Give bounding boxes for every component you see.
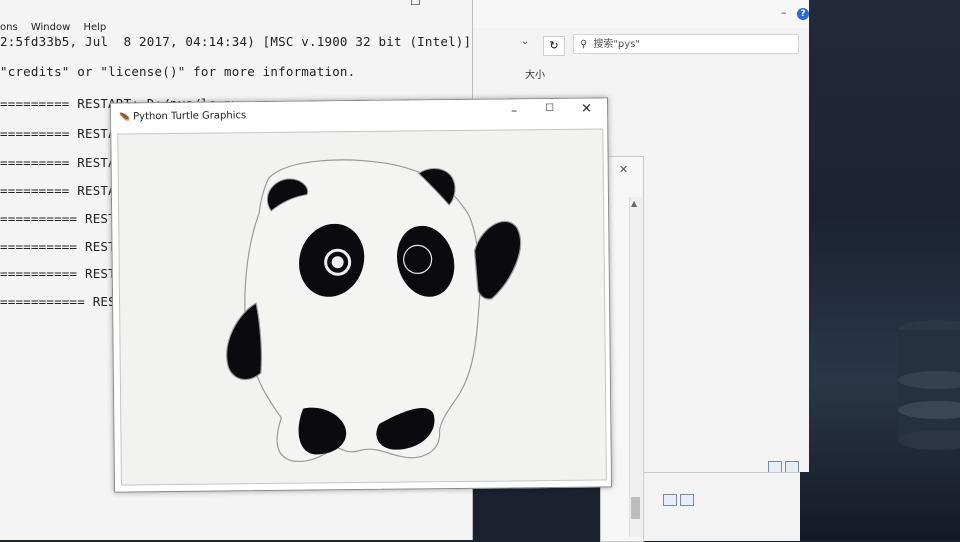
- shell-maximize-button[interactable]: ☐: [410, 0, 421, 8]
- details-view-icon[interactable]: [663, 494, 677, 506]
- search-icon: ⚲: [580, 39, 588, 50]
- menu-options[interactable]: ons: [0, 22, 18, 33]
- shell-output-line: ========= RESTA: [0, 126, 116, 141]
- chevron-up-icon[interactable]: ▲: [631, 199, 637, 208]
- search-input[interactable]: ⚲ 搜索"pys": [573, 34, 799, 54]
- feather-icon: 🪶: [119, 113, 132, 125]
- shell-titlebar: ☐: [0, 0, 472, 20]
- disk-stack-icon: [898, 320, 960, 450]
- view-switcher: [660, 491, 694, 510]
- shell-output-line: ========= RESTA: [0, 155, 116, 170]
- scrollbar-thumb[interactable]: [631, 497, 640, 519]
- close-icon[interactable]: ✕: [619, 163, 628, 176]
- shell-output-line: ========= RESTA: [0, 183, 116, 198]
- minimize-button[interactable]: –: [511, 103, 517, 117]
- shell-output-line: ========== RESTA: [0, 266, 124, 281]
- refresh-icon[interactable]: ↻: [543, 36, 565, 56]
- maximize-button[interactable]: ☐: [545, 103, 554, 114]
- scrollbar[interactable]: ▲: [629, 197, 642, 537]
- panda-left-arm: [226, 302, 263, 381]
- shell-output-line: ========== RESTA: [0, 211, 124, 226]
- turtle-canvas[interactable]: [117, 128, 607, 486]
- shell-output-line: ========== RESTA: [0, 239, 124, 254]
- column-header-size[interactable]: 大小: [525, 66, 545, 81]
- help-icon[interactable]: ?: [797, 8, 809, 20]
- chevron-down-icon[interactable]: ⌄: [521, 36, 529, 47]
- search-placeholder: 搜索"pys": [593, 39, 641, 50]
- large-icons-view-icon[interactable]: [680, 494, 694, 506]
- shell-output-line: "credits" or "license()" for more inform…: [0, 64, 356, 79]
- explorer-minimize-button[interactable]: –: [781, 6, 787, 19]
- explorer-titlebar: [471, 0, 809, 28]
- menu-help[interactable]: Help: [83, 22, 106, 33]
- shell-output-line: 2:5fd33b5, Jul 8 2017, 04:14:34) [MSC v.…: [0, 34, 472, 49]
- panda-right-arm: [473, 220, 522, 300]
- turtle-graphics-window: 🪶 Python Turtle Graphics – ☐ ✕: [109, 97, 613, 493]
- panda-drawing: [226, 159, 522, 463]
- menu-window[interactable]: Window: [31, 22, 70, 33]
- window-title: Python Turtle Graphics: [133, 110, 247, 123]
- close-button[interactable]: ✕: [581, 102, 592, 117]
